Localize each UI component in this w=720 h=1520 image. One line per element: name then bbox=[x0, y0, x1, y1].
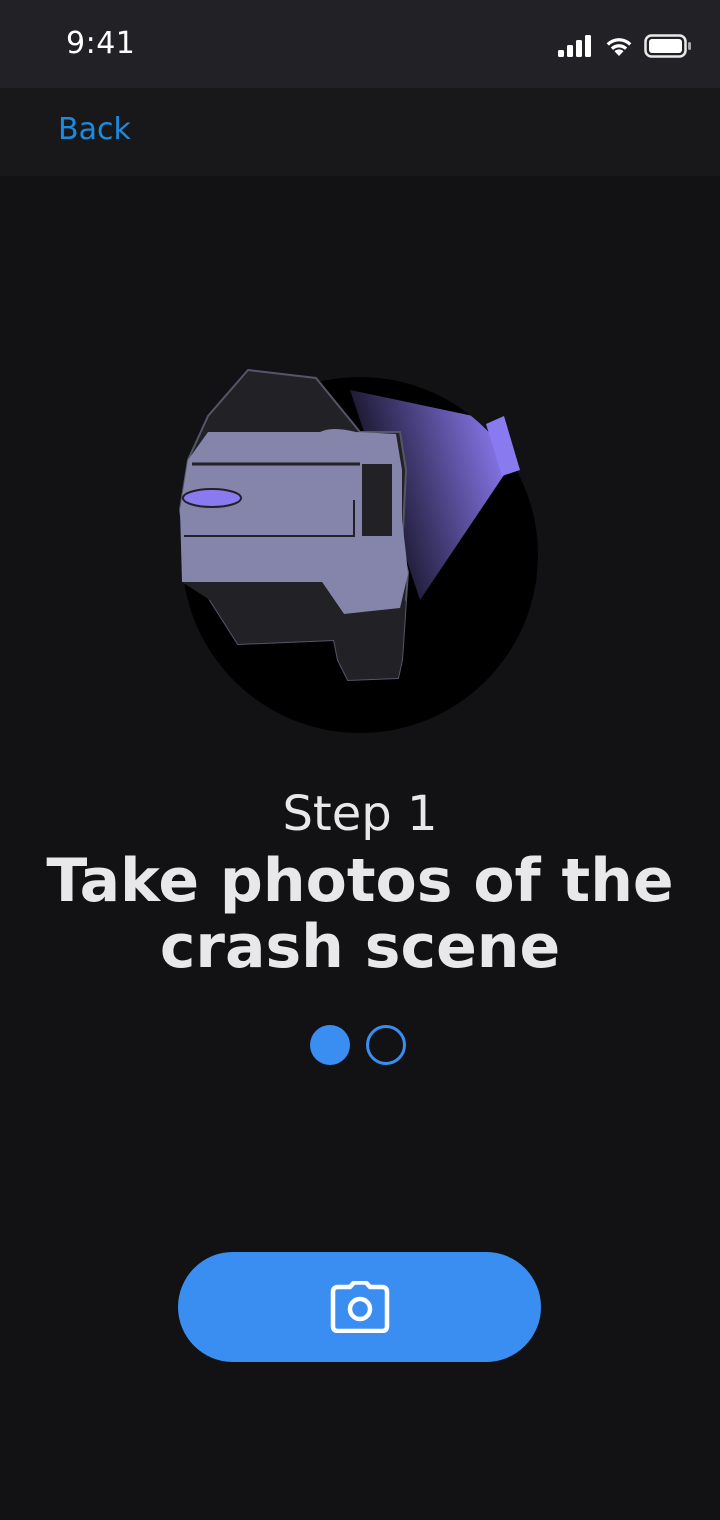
status-time: 9:41 bbox=[66, 26, 136, 61]
cellular-signal-icon bbox=[558, 35, 591, 57]
page-dot-inactive[interactable] bbox=[366, 1025, 406, 1065]
camera-icon bbox=[330, 1281, 389, 1333]
car-flash-photo-illustration bbox=[170, 360, 550, 740]
take-photo-button[interactable] bbox=[178, 1252, 541, 1362]
step-title: Take photos of the crash scene bbox=[46, 846, 674, 982]
status-bar: 9:41 bbox=[0, 0, 720, 88]
page-indicator bbox=[310, 1025, 406, 1065]
step-label: Step 1 bbox=[282, 786, 438, 842]
battery-icon bbox=[644, 34, 691, 58]
back-button[interactable]: Back bbox=[58, 112, 131, 147]
status-icons bbox=[558, 31, 692, 61]
page-dot-active[interactable] bbox=[310, 1025, 350, 1065]
wifi-icon bbox=[606, 38, 632, 56]
